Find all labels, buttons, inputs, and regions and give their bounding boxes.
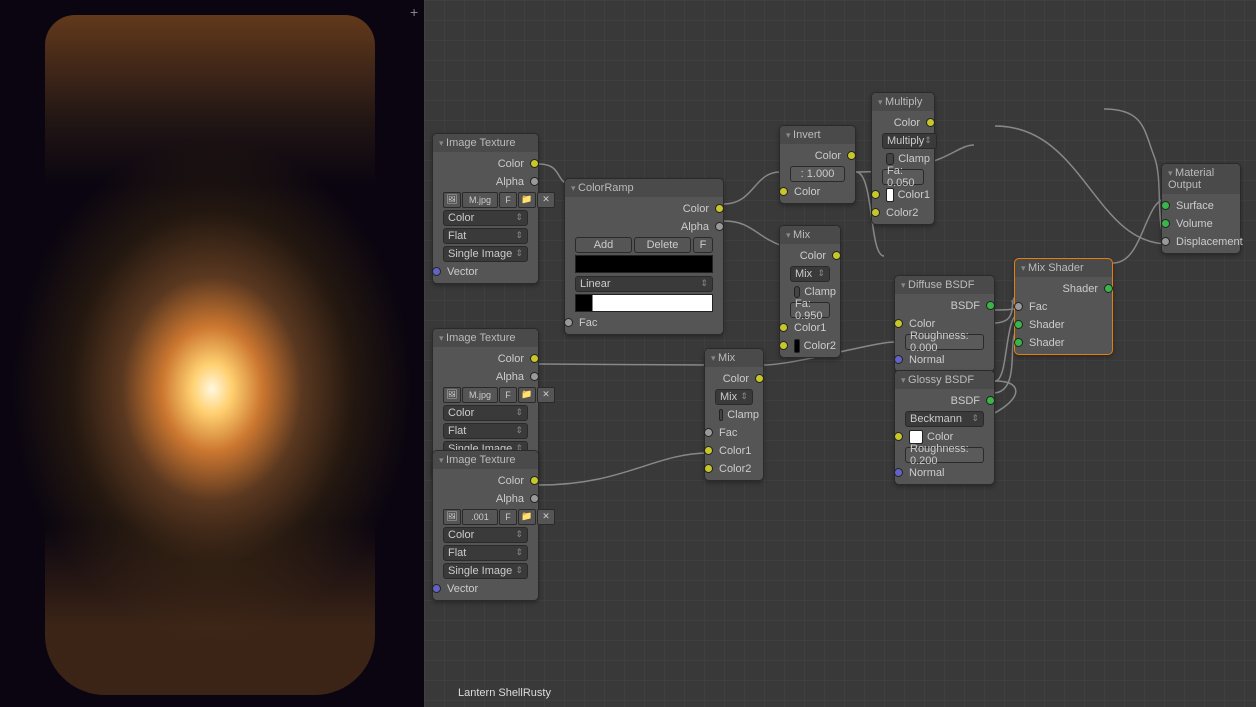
colorspace-select[interactable]: Color <box>443 210 528 226</box>
node-image-texture-3[interactable]: Image Texture Color Alpha 🖼.001F📁✕ Color… <box>432 450 539 601</box>
blend-select[interactable]: Multiply <box>882 133 937 149</box>
node-material-output[interactable]: Material Output Surface Volume Displacem… <box>1161 163 1241 254</box>
colorramp-gradient[interactable] <box>575 294 713 312</box>
node-header[interactable]: Mix Shader <box>1015 259 1112 277</box>
render-preview <box>0 0 424 707</box>
color1-swatch[interactable] <box>886 188 894 202</box>
colorspace-select[interactable]: Color <box>443 405 528 421</box>
projection-select[interactable]: Flat <box>443 423 528 439</box>
roughness-value[interactable]: Roughness: 0.000 <box>905 334 984 350</box>
node-header[interactable]: Material Output <box>1162 164 1240 194</box>
blend-select[interactable]: Mix <box>790 266 830 282</box>
plus-icon[interactable]: + <box>410 4 418 20</box>
colorramp-slider[interactable] <box>575 255 713 273</box>
node-header[interactable]: Image Texture <box>433 451 538 469</box>
material-name-label: Lantern ShellRusty <box>458 687 551 699</box>
node-header[interactable]: Mix <box>780 226 840 244</box>
image-browse-group[interactable]: 🖼M.jpgF📁✕ <box>443 387 555 403</box>
node-image-texture-1[interactable]: Image Texture Color Alpha 🖼M.jpgF📁✕ Colo… <box>432 133 539 284</box>
roughness-value[interactable]: Roughness: 0.200 <box>905 447 984 463</box>
distribution-select[interactable]: Beckmann <box>905 411 984 427</box>
blend-select[interactable]: Mix <box>715 389 753 405</box>
node-editor[interactable]: Image Texture Color Alpha 🖼M.jpgF📁✕ Colo… <box>424 0 1256 707</box>
node-mix-shader[interactable]: Mix Shader Shader Fac Shader Shader <box>1014 258 1113 355</box>
color-swatch[interactable] <box>909 430 923 444</box>
node-header[interactable]: Diffuse BSDF <box>895 276 994 294</box>
node-multiply[interactable]: Multiply Color Multiply Clamp Fa: 0.050 … <box>871 92 935 225</box>
node-header[interactable]: Multiply <box>872 93 934 111</box>
clamp-checkbox[interactable] <box>794 286 800 298</box>
node-diffuse-bsdf[interactable]: Diffuse BSDF BSDF Color Roughness: 0.000… <box>894 275 995 372</box>
ramp-flip-button[interactable]: F <box>693 237 713 253</box>
node-header[interactable]: Image Texture <box>433 134 538 152</box>
node-mix-1[interactable]: Mix Color Mix Clamp Fa: 0.950 Color1 Col… <box>779 225 841 358</box>
source-select[interactable]: Single Image <box>443 563 528 579</box>
node-header[interactable]: Image Texture <box>433 329 538 347</box>
image-browse-group[interactable]: 🖼.001F📁✕ <box>443 509 555 525</box>
node-header[interactable]: Invert <box>780 126 855 144</box>
node-invert[interactable]: Invert Color : 1.000 Color <box>779 125 856 204</box>
projection-select[interactable]: Flat <box>443 545 528 561</box>
node-colorramp[interactable]: ColorRamp Color Alpha AddDeleteF Linear … <box>564 178 724 335</box>
colorspace-select[interactable]: Color <box>443 527 528 543</box>
interp-select[interactable]: Linear <box>575 276 713 292</box>
image-browse-group[interactable]: 🖼M.jpgF📁✕ <box>443 192 555 208</box>
mult-fac-value[interactable]: Fa: 0.050 <box>882 169 924 185</box>
color2-swatch[interactable] <box>794 339 800 353</box>
node-glossy-bsdf[interactable]: Glossy BSDF BSDF Beckmann Color Roughnes… <box>894 370 995 485</box>
node-header[interactable]: Mix <box>705 349 763 367</box>
node-header[interactable]: ColorRamp <box>565 179 723 197</box>
ramp-add-button[interactable]: Add <box>575 237 632 253</box>
mix-fac-value[interactable]: Fa: 0.950 <box>790 302 830 318</box>
invert-fac-value[interactable]: : 1.000 <box>790 166 845 182</box>
projection-select[interactable]: Flat <box>443 228 528 244</box>
node-header[interactable]: Glossy BSDF <box>895 371 994 389</box>
source-select[interactable]: Single Image <box>443 246 528 262</box>
node-mix-2[interactable]: Mix Color Mix Clamp Fac Color1 Color2 <box>704 348 764 481</box>
clamp-checkbox[interactable] <box>719 409 723 421</box>
clamp-checkbox[interactable] <box>886 153 894 165</box>
ramp-delete-button[interactable]: Delete <box>634 237 691 253</box>
